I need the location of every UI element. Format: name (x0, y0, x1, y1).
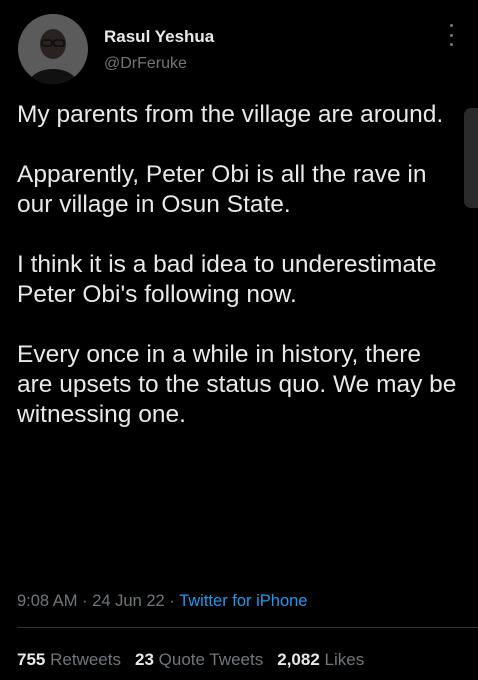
dot-icon (449, 33, 453, 37)
quote-tweets-count: 23 (134, 650, 154, 669)
tweet-paragraph: Every once in a while in history, there … (17, 341, 457, 428)
more-vertical-icon[interactable] (446, 24, 456, 46)
retweets-count: 755 (17, 650, 46, 669)
likes-stat[interactable]: 2,082 Likes (277, 650, 364, 669)
likes-count: 2,082 (277, 650, 320, 669)
retweets-label: Retweets (50, 650, 121, 669)
tweet: Rasul Yeshua @DrFeruke My parents from t… (0, 0, 478, 680)
tweet-stats: 755 Retweets 23 Quote Tweets 2,082 Likes (17, 650, 364, 670)
scrollbar[interactable] (464, 108, 478, 208)
tweet-paragraph: Apparently, Peter Obi is all the rave in… (17, 161, 427, 218)
divider (17, 627, 478, 628)
dot-icon (449, 24, 453, 27)
tweet-paragraph: My parents from the village are around. (17, 101, 444, 128)
likes-label: Likes (324, 650, 365, 669)
author-handle[interactable]: @DrFeruke (104, 55, 187, 73)
quote-tweets-label: Quote Tweets (158, 650, 264, 669)
tweet-date[interactable]: 24 Jun 22 (92, 592, 164, 610)
separator: · (82, 592, 93, 610)
tweet-text: My parents from the village are around. … (17, 100, 457, 430)
separator: · (169, 592, 180, 610)
avatar-image (18, 14, 88, 84)
tweet-time[interactable]: 9:08 AM (17, 592, 78, 610)
retweets-stat[interactable]: 755 Retweets (17, 650, 121, 669)
tweet-paragraph: I think it is a bad idea to underestimat… (17, 251, 437, 308)
quote-tweets-stat[interactable]: 23 Quote Tweets (135, 650, 263, 669)
author-name[interactable]: Rasul Yeshua (104, 27, 214, 47)
tweet-source-link[interactable]: Twitter for iPhone (179, 592, 307, 610)
dot-icon (449, 43, 453, 46)
avatar[interactable] (18, 14, 88, 84)
tweet-meta: 9:08 AM · 24 Jun 22 · Twitter for iPhone (17, 592, 307, 611)
